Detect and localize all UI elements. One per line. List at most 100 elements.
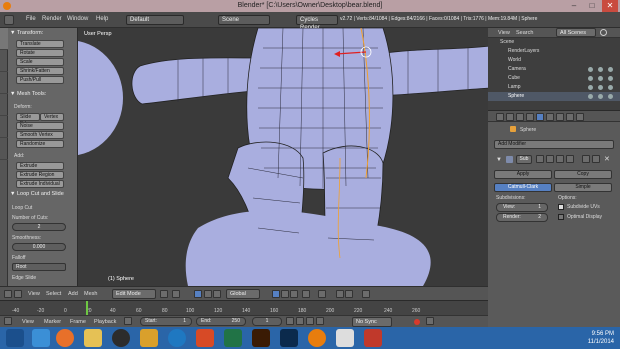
maximize-button[interactable]: □ bbox=[584, 0, 600, 12]
folder-icon[interactable] bbox=[84, 329, 102, 347]
outliner-item-scene[interactable]: Scene bbox=[488, 38, 620, 47]
render-visibility-icon[interactable] bbox=[608, 76, 613, 81]
tab-shading[interactable] bbox=[0, 94, 8, 116]
selectable-icon[interactable] bbox=[598, 85, 603, 90]
jump-end-icon[interactable] bbox=[316, 317, 324, 325]
texture-tab-icon[interactable] bbox=[566, 113, 574, 121]
outliner-item-renderlayers[interactable]: RenderLayers bbox=[488, 47, 620, 56]
hp-icon[interactable] bbox=[168, 329, 186, 347]
menu-window[interactable]: Window bbox=[67, 16, 88, 22]
office-icon[interactable] bbox=[196, 329, 214, 347]
physics-tab-icon[interactable] bbox=[576, 113, 584, 121]
outliner-item-world[interactable]: World bbox=[488, 56, 620, 65]
keying-set-icon[interactable] bbox=[426, 317, 434, 325]
visibility-eye-icon[interactable] bbox=[588, 85, 593, 90]
apply-button[interactable]: Apply bbox=[494, 170, 552, 179]
transform-orientation-dropdown[interactable]: Global bbox=[226, 289, 260, 299]
outliner-menu-view[interactable]: View bbox=[498, 30, 510, 36]
windows-start-icon[interactable] bbox=[6, 329, 24, 347]
sync-dropdown[interactable]: No Sync bbox=[352, 317, 392, 327]
selectable-icon[interactable] bbox=[598, 76, 603, 81]
photoshop-icon[interactable] bbox=[280, 329, 298, 347]
rotate-button[interactable]: Rotate bbox=[16, 49, 64, 57]
proportional-edit-icon[interactable] bbox=[318, 290, 326, 298]
menu-view[interactable]: View bbox=[28, 291, 40, 297]
scale-button[interactable]: Scale bbox=[16, 58, 64, 66]
app-icon[interactable] bbox=[364, 329, 382, 347]
editor-type-icon[interactable] bbox=[4, 290, 12, 298]
acrobat-icon[interactable] bbox=[336, 329, 354, 347]
selectable-icon[interactable] bbox=[598, 94, 603, 99]
copy-button[interactable]: Copy bbox=[554, 170, 612, 179]
render-visibility-icon[interactable] bbox=[608, 94, 613, 99]
limit-selection-icon[interactable] bbox=[302, 290, 310, 298]
outliner-filter-dropdown[interactable]: All Scenes bbox=[556, 28, 596, 37]
timeline[interactable]: -40 -20 0 20 40 60 80 100 120 140 160 18… bbox=[0, 300, 488, 315]
translate-manipulator-icon[interactable] bbox=[204, 290, 212, 298]
jump-start-icon[interactable] bbox=[286, 317, 294, 325]
media-player-icon[interactable] bbox=[112, 329, 130, 347]
rotate-manipulator-icon[interactable] bbox=[213, 290, 221, 298]
world-tab-icon[interactable] bbox=[516, 113, 524, 121]
modifier-expand-icon[interactable]: ▼ bbox=[496, 157, 502, 163]
vertex-select-icon[interactable] bbox=[272, 290, 280, 298]
render-engine-dropdown[interactable]: Cycles Render bbox=[296, 15, 338, 31]
extrude-dropdown[interactable]: Extrude bbox=[16, 162, 64, 170]
extrude-region-button[interactable]: Extrude Region bbox=[16, 171, 64, 179]
catmull-clark-toggle[interactable]: Catmull-Clark bbox=[494, 183, 552, 192]
modifier-name-field[interactable]: Sub bbox=[516, 155, 532, 164]
falloff-dropdown[interactable]: Root bbox=[12, 263, 66, 271]
object-tab-icon[interactable] bbox=[526, 113, 534, 121]
end-frame-field[interactable]: End: 250 bbox=[196, 317, 246, 326]
selectable-icon[interactable] bbox=[598, 67, 603, 72]
close-button[interactable]: ✕ bbox=[602, 0, 618, 12]
snap-icon[interactable] bbox=[336, 290, 344, 298]
timeline-editor-icon[interactable] bbox=[4, 317, 12, 325]
tab-grease-pencil[interactable] bbox=[0, 138, 8, 160]
outliner-search-icon[interactable] bbox=[600, 29, 607, 36]
modifier-view-icon[interactable] bbox=[556, 155, 564, 163]
extrude-individual-button[interactable]: Extrude Individual bbox=[16, 180, 64, 188]
number-of-cuts-field[interactable]: 2 bbox=[12, 223, 66, 231]
outliner-item-sphere[interactable]: Sphere bbox=[488, 92, 620, 101]
subdivide-uvs-checkbox[interactable] bbox=[558, 204, 564, 210]
render-visibility-icon[interactable] bbox=[608, 85, 613, 90]
pivot-point-icon[interactable] bbox=[172, 290, 180, 298]
timeline-menu-marker[interactable]: Marker bbox=[44, 319, 61, 325]
playhead[interactable] bbox=[86, 301, 88, 315]
menu-mesh[interactable]: Mesh bbox=[84, 291, 97, 297]
start-frame-field[interactable]: Start: 1 bbox=[140, 317, 192, 326]
outliner-item-cube[interactable]: Cube bbox=[488, 74, 620, 83]
current-frame-field[interactable]: 1 bbox=[252, 317, 282, 326]
play-reverse-icon[interactable] bbox=[296, 317, 304, 325]
scene-tab-icon[interactable] bbox=[506, 113, 514, 121]
tab-create[interactable] bbox=[0, 50, 8, 72]
translate-button[interactable]: Translate bbox=[16, 40, 64, 48]
timeline-menu-playback[interactable]: Playback bbox=[94, 319, 116, 325]
layout-dropdown[interactable]: Default bbox=[126, 15, 184, 25]
data-tab-icon[interactable] bbox=[546, 113, 554, 121]
viewport-shading-icon[interactable] bbox=[160, 290, 168, 298]
play-icon[interactable] bbox=[306, 317, 314, 325]
push-pull-button[interactable]: Push/Pull bbox=[16, 76, 64, 84]
excel-icon[interactable] bbox=[224, 329, 242, 347]
blender-taskbar-icon[interactable] bbox=[308, 329, 326, 347]
menu-select[interactable]: Select bbox=[46, 291, 61, 297]
visibility-eye-icon[interactable] bbox=[588, 94, 593, 99]
3d-viewport[interactable]: User Persp (1) Sphere bbox=[78, 28, 488, 286]
render-preview-icon[interactable] bbox=[362, 290, 370, 298]
randomize-button[interactable]: Randomize bbox=[16, 140, 64, 148]
toggle-menus-icon[interactable] bbox=[14, 290, 22, 298]
scene-dropdown[interactable]: Scene bbox=[218, 15, 270, 25]
tab-tools[interactable] bbox=[0, 28, 8, 50]
tab-relations[interactable] bbox=[0, 72, 8, 94]
optimal-display-checkbox[interactable] bbox=[558, 214, 564, 220]
timeline-menu-view[interactable]: View bbox=[22, 319, 34, 325]
modifier-up-icon[interactable] bbox=[582, 155, 590, 163]
manipulator-toggle-icon[interactable] bbox=[194, 290, 202, 298]
preview-range-icon[interactable] bbox=[124, 317, 132, 325]
modifier-editmode-icon[interactable] bbox=[536, 155, 544, 163]
vertex-button[interactable]: Vertex bbox=[40, 113, 64, 121]
visibility-eye-icon[interactable] bbox=[588, 76, 593, 81]
visibility-eye-icon[interactable] bbox=[588, 67, 593, 72]
